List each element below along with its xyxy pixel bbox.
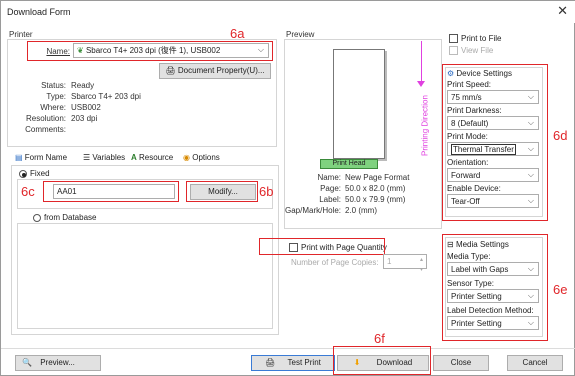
where-label: Where:: [40, 103, 66, 112]
type-label: Type:: [46, 92, 66, 101]
close-button[interactable]: Close: [433, 355, 489, 371]
label-preview-paper: [333, 49, 385, 159]
radio-selected-icon: [19, 169, 27, 178]
callout-6a: 6a: [230, 26, 245, 41]
preview-magnifier-icon: 🔍: [22, 358, 32, 367]
callout-6d: 6d: [553, 128, 568, 143]
preview-page-label: Page:: [320, 184, 341, 193]
radio-empty-icon: [33, 213, 41, 222]
checkbox-icon: [449, 34, 458, 44]
test-print-button[interactable]: 🖨 Test Print: [251, 355, 335, 371]
preview-label-value: 50.0 x 79.9 (mm): [345, 195, 406, 204]
printing-direction-label: Printing Direction: [420, 95, 430, 156]
view-file-checkbox[interactable]: View File: [449, 46, 493, 56]
printer-group-title: Printer: [9, 30, 33, 39]
preview-title: Preview: [286, 30, 315, 39]
title-bar: Download Form ✕: [1, 1, 575, 23]
bottom-divider: [1, 348, 575, 349]
preview-gap-value: 2.0 (mm): [345, 206, 377, 215]
copies-stepper[interactable]: 1 ▴ ▾: [383, 254, 427, 273]
callout-box-6c: [43, 181, 179, 202]
stepper-arrows-icon: ▴ ▾: [419, 257, 423, 273]
resource-a-icon: A: [131, 153, 137, 162]
window-title: Download Form: [7, 7, 71, 17]
document-property-button[interactable]: 🖨 Document Property(U)...: [159, 63, 271, 79]
tab-options[interactable]: ◉ Options: [183, 153, 220, 162]
callout-6f: 6f: [374, 331, 385, 346]
print-to-file-checkbox[interactable]: Print to File: [449, 34, 501, 44]
comments-label: Comments:: [25, 125, 66, 134]
tab-form-name[interactable]: ▤ Form Name: [15, 153, 67, 162]
preview-name-label: Name:: [317, 173, 341, 182]
tab-resource[interactable]: A Resource: [131, 153, 173, 162]
close-icon[interactable]: ✕: [557, 3, 568, 19]
from-database-radio[interactable]: from Database: [33, 213, 96, 222]
resolution-value: 203 dpi: [71, 114, 98, 123]
preview-label-label: Label:: [319, 195, 341, 204]
resolution-label: Resolution:: [25, 114, 66, 123]
callout-6c: 6c: [21, 184, 35, 199]
callout-box-6b: [186, 181, 258, 202]
callout-6b: 6b: [259, 184, 274, 199]
test-print-icon: 🖨: [265, 358, 276, 367]
preview-name-value: New Page Format: [345, 173, 410, 182]
options-icon: ◉: [183, 153, 190, 162]
callout-box-6f: [333, 346, 431, 375]
printing-direction-indicator: Printing Direction: [415, 41, 430, 156]
preview-page-value: 50.0 x 82.0 (mm): [345, 184, 406, 193]
callout-box-6a: [27, 41, 273, 61]
preview-gap-label: Gap/Mark/Hole:: [285, 206, 342, 215]
where-value: USB002: [71, 103, 101, 112]
callout-box-quantity: [259, 238, 385, 255]
tab-variables[interactable]: ☰ Variables: [83, 153, 125, 162]
copies-label: Number of Page Copies:: [291, 258, 379, 267]
list-icon: ☰: [83, 153, 91, 162]
form-icon: ▤: [15, 153, 23, 162]
callout-box-6e: [442, 234, 548, 341]
print-head-bar: Print Head: [320, 159, 378, 169]
database-group: [17, 223, 273, 329]
callout-6e: 6e: [553, 282, 568, 297]
fixed-radio[interactable]: Fixed: [19, 169, 50, 178]
callout-box-6d: [442, 64, 548, 221]
type-value: Sbarco T4+ 203 dpi: [71, 92, 141, 101]
printer-property-icon: 🖨: [165, 66, 176, 75]
checkbox-icon: [449, 46, 458, 56]
download-form-window: Download Form ✕ Printer Name: ❦ Sbarco T…: [0, 0, 575, 376]
preview-button[interactable]: 🔍 Preview...: [15, 355, 101, 371]
status-label: Status:: [41, 81, 66, 90]
cancel-button[interactable]: Cancel: [507, 355, 563, 371]
status-value: Ready: [71, 81, 95, 90]
